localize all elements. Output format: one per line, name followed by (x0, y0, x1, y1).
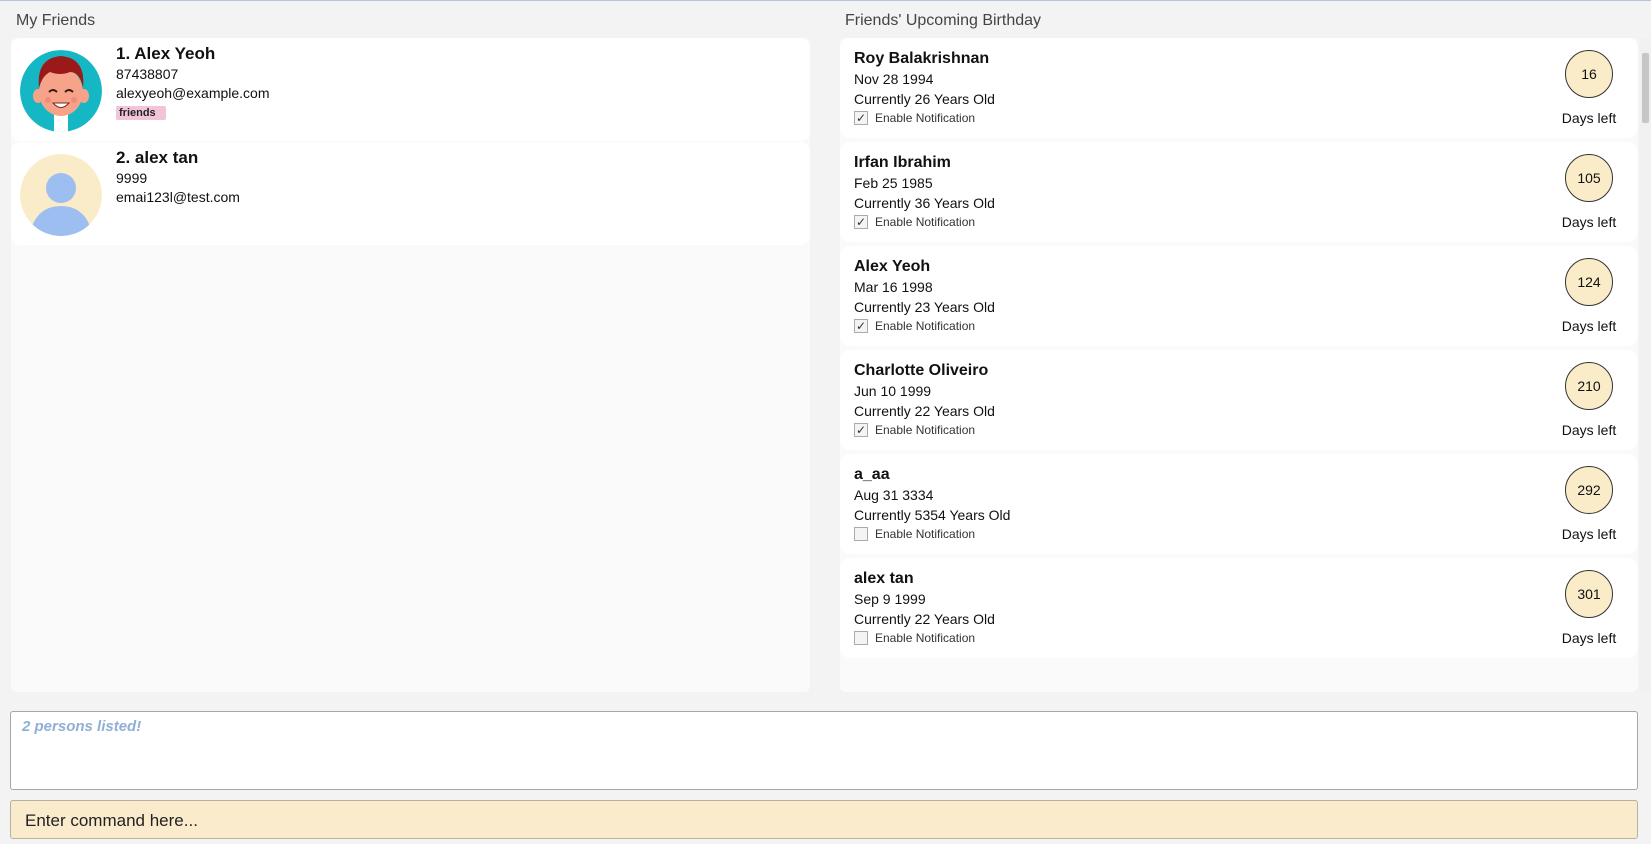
birthday-panel-title: Friends' Upcoming Birthday (845, 12, 1042, 29)
birthday-list-scrollbar[interactable] (1640, 38, 1651, 692)
notification-label: Enable Notification (875, 423, 976, 437)
tag-badge: friends (116, 106, 166, 120)
birthday-list[interactable]: Roy Balakrishnan Nov 28 1994 Currently 2… (840, 38, 1638, 692)
person-name: 1. Alex Yeoh (116, 44, 216, 63)
notification-checkbox[interactable] (854, 631, 868, 645)
person-card[interactable]: 2. alex tan 9999 emai123l@test.com (11, 142, 810, 245)
days-left-count: 301 (1565, 570, 1613, 618)
notification-toggle[interactable]: Enable Notification (854, 630, 975, 646)
birthday-date: Jun 10 1999 (854, 383, 932, 399)
birthday-age: Currently 22 Years Old (854, 611, 995, 627)
result-display[interactable]: 2 persons listed! (10, 711, 1638, 790)
birthday-age: Currently 5354 Years Old (854, 507, 1011, 523)
notification-label: Enable Notification (875, 319, 976, 333)
birthday-name: Roy Balakrishnan (854, 50, 990, 67)
notification-label: Enable Notification (875, 215, 976, 229)
days-left-label: Days left (1561, 318, 1617, 334)
birthday-name: Irfan Ibrahim (854, 154, 951, 171)
birthday-date: Aug 31 3334 (854, 487, 934, 503)
birthday-card[interactable]: alex tan Sep 9 1999 Currently 22 Years O… (840, 558, 1638, 658)
birthday-name: alex tan (854, 570, 914, 587)
window-top-border (0, 0, 1651, 1)
notification-checkbox[interactable]: ✓ (854, 111, 868, 125)
days-left-label: Days left (1561, 110, 1617, 126)
birthday-name: a_aa (854, 466, 890, 483)
notification-label: Enable Notification (875, 527, 976, 541)
birthday-age: Currently 22 Years Old (854, 403, 995, 419)
person-phone: 87438807 (116, 66, 179, 82)
birthday-card[interactable]: Roy Balakrishnan Nov 28 1994 Currently 2… (840, 38, 1638, 138)
person-email: emai123l@test.com (116, 189, 240, 205)
birthday-card[interactable]: Charlotte Oliveiro Jun 10 1999 Currently… (840, 350, 1638, 450)
notification-toggle[interactable]: Enable Notification (854, 526, 975, 542)
days-left-label: Days left (1561, 526, 1617, 542)
notification-checkbox[interactable]: ✓ (854, 215, 868, 229)
notification-toggle[interactable]: ✓ Enable Notification (854, 214, 975, 230)
birthday-name: Charlotte Oliveiro (854, 362, 989, 379)
cartoon-boy-avatar-icon (20, 50, 102, 132)
birthday-card[interactable]: Irfan Ibrahim Feb 25 1985 Currently 36 Y… (840, 142, 1638, 242)
notification-checkbox[interactable]: ✓ (854, 319, 868, 333)
notification-toggle[interactable]: ✓ Enable Notification (854, 110, 975, 126)
birthday-age: Currently 26 Years Old (854, 91, 995, 107)
birthday-age: Currently 23 Years Old (854, 299, 995, 315)
notification-label: Enable Notification (875, 111, 976, 125)
scrollbar-thumb[interactable] (1642, 53, 1649, 123)
days-left-count: 210 (1565, 362, 1613, 410)
friends-list[interactable]: 1. Alex Yeoh 87438807 alexyeoh@example.c… (11, 38, 810, 692)
person-name: 2. alex tan (116, 148, 199, 167)
default-person-avatar-icon (20, 154, 102, 236)
birthday-name: Alex Yeoh (854, 258, 931, 275)
birthday-card[interactable]: a_aa Aug 31 3334 Currently 5354 Years Ol… (840, 454, 1638, 554)
birthday-date: Feb 25 1985 (854, 175, 933, 191)
notification-toggle[interactable]: ✓ Enable Notification (854, 422, 975, 438)
person-email: alexyeoh@example.com (116, 85, 270, 101)
person-card[interactable]: 1. Alex Yeoh 87438807 alexyeoh@example.c… (11, 38, 810, 141)
result-message: 2 persons listed! (22, 718, 142, 735)
days-left-label: Days left (1561, 214, 1617, 230)
person-phone: 9999 (116, 170, 148, 186)
birthday-card[interactable]: Alex Yeoh Mar 16 1998 Currently 23 Years… (840, 246, 1638, 346)
days-left-count: 105 (1565, 154, 1613, 202)
days-left-label: Days left (1561, 630, 1617, 646)
notification-checkbox[interactable]: ✓ (854, 423, 868, 437)
command-box[interactable] (10, 800, 1638, 840)
birthday-date: Sep 9 1999 (854, 591, 926, 607)
notification-checkbox[interactable] (854, 527, 868, 541)
birthday-age: Currently 36 Years Old (854, 195, 995, 211)
birthday-date: Mar 16 1998 (854, 279, 933, 295)
notification-label: Enable Notification (875, 631, 976, 645)
days-left-count: 16 (1565, 50, 1613, 98)
days-left-count: 124 (1565, 258, 1613, 306)
command-input[interactable] (23, 801, 1627, 840)
notification-toggle[interactable]: ✓ Enable Notification (854, 318, 975, 334)
days-left-count: 292 (1565, 466, 1613, 514)
friends-panel-title: My Friends (16, 12, 96, 29)
days-left-label: Days left (1561, 422, 1617, 438)
birthday-date: Nov 28 1994 (854, 71, 934, 87)
